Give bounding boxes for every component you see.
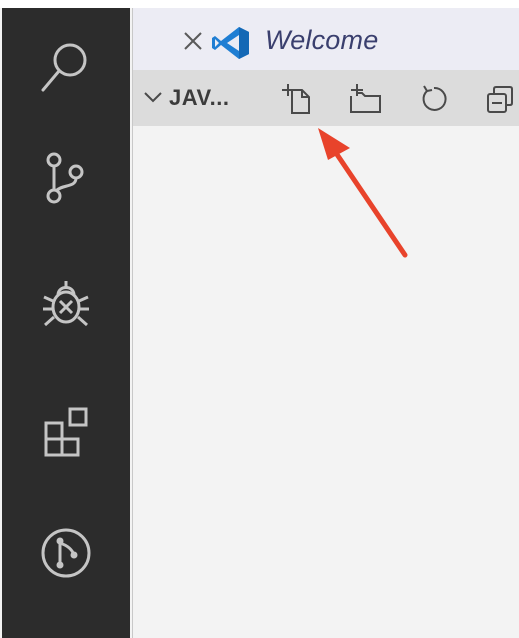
debug-bug-icon bbox=[43, 281, 89, 327]
git-graph-icon bbox=[41, 528, 91, 578]
refresh-icon bbox=[422, 85, 447, 111]
new-folder-button[interactable] bbox=[347, 82, 381, 116]
search-icon bbox=[41, 43, 87, 92]
tab-label: Welcome bbox=[265, 25, 379, 55]
section-title[interactable]: JAV... bbox=[169, 85, 229, 111]
new-file-button[interactable] bbox=[281, 82, 315, 116]
collapse-all-button[interactable] bbox=[483, 82, 517, 116]
refresh-button[interactable] bbox=[417, 82, 451, 116]
chevron-down-icon[interactable] bbox=[143, 90, 163, 104]
collapse-all-icon bbox=[487, 86, 513, 113]
extensions-icon bbox=[44, 407, 88, 457]
activity-search[interactable] bbox=[2, 16, 130, 116]
activity-source-control[interactable] bbox=[2, 128, 130, 228]
top-strip bbox=[0, 0, 519, 8]
sidebar-panel: Welcome JAV... bbox=[132, 8, 519, 638]
activity-debug[interactable] bbox=[2, 253, 130, 353]
explorer-content bbox=[133, 126, 519, 638]
app-window: Welcome JAV... bbox=[0, 0, 519, 638]
explorer-section-header[interactable]: JAV... bbox=[133, 70, 519, 126]
new-file-icon bbox=[282, 84, 310, 114]
activity-extensions[interactable] bbox=[2, 383, 130, 483]
vscode-logo-icon bbox=[212, 27, 249, 59]
source-control-icon bbox=[46, 152, 84, 204]
close-icon[interactable] bbox=[181, 29, 205, 53]
activity-bar bbox=[2, 8, 130, 638]
new-folder-icon bbox=[350, 84, 381, 113]
tab-welcome[interactable]: Welcome bbox=[133, 8, 519, 70]
activity-git-graph[interactable] bbox=[2, 503, 130, 603]
editor-tab-bar: Welcome bbox=[133, 8, 519, 70]
